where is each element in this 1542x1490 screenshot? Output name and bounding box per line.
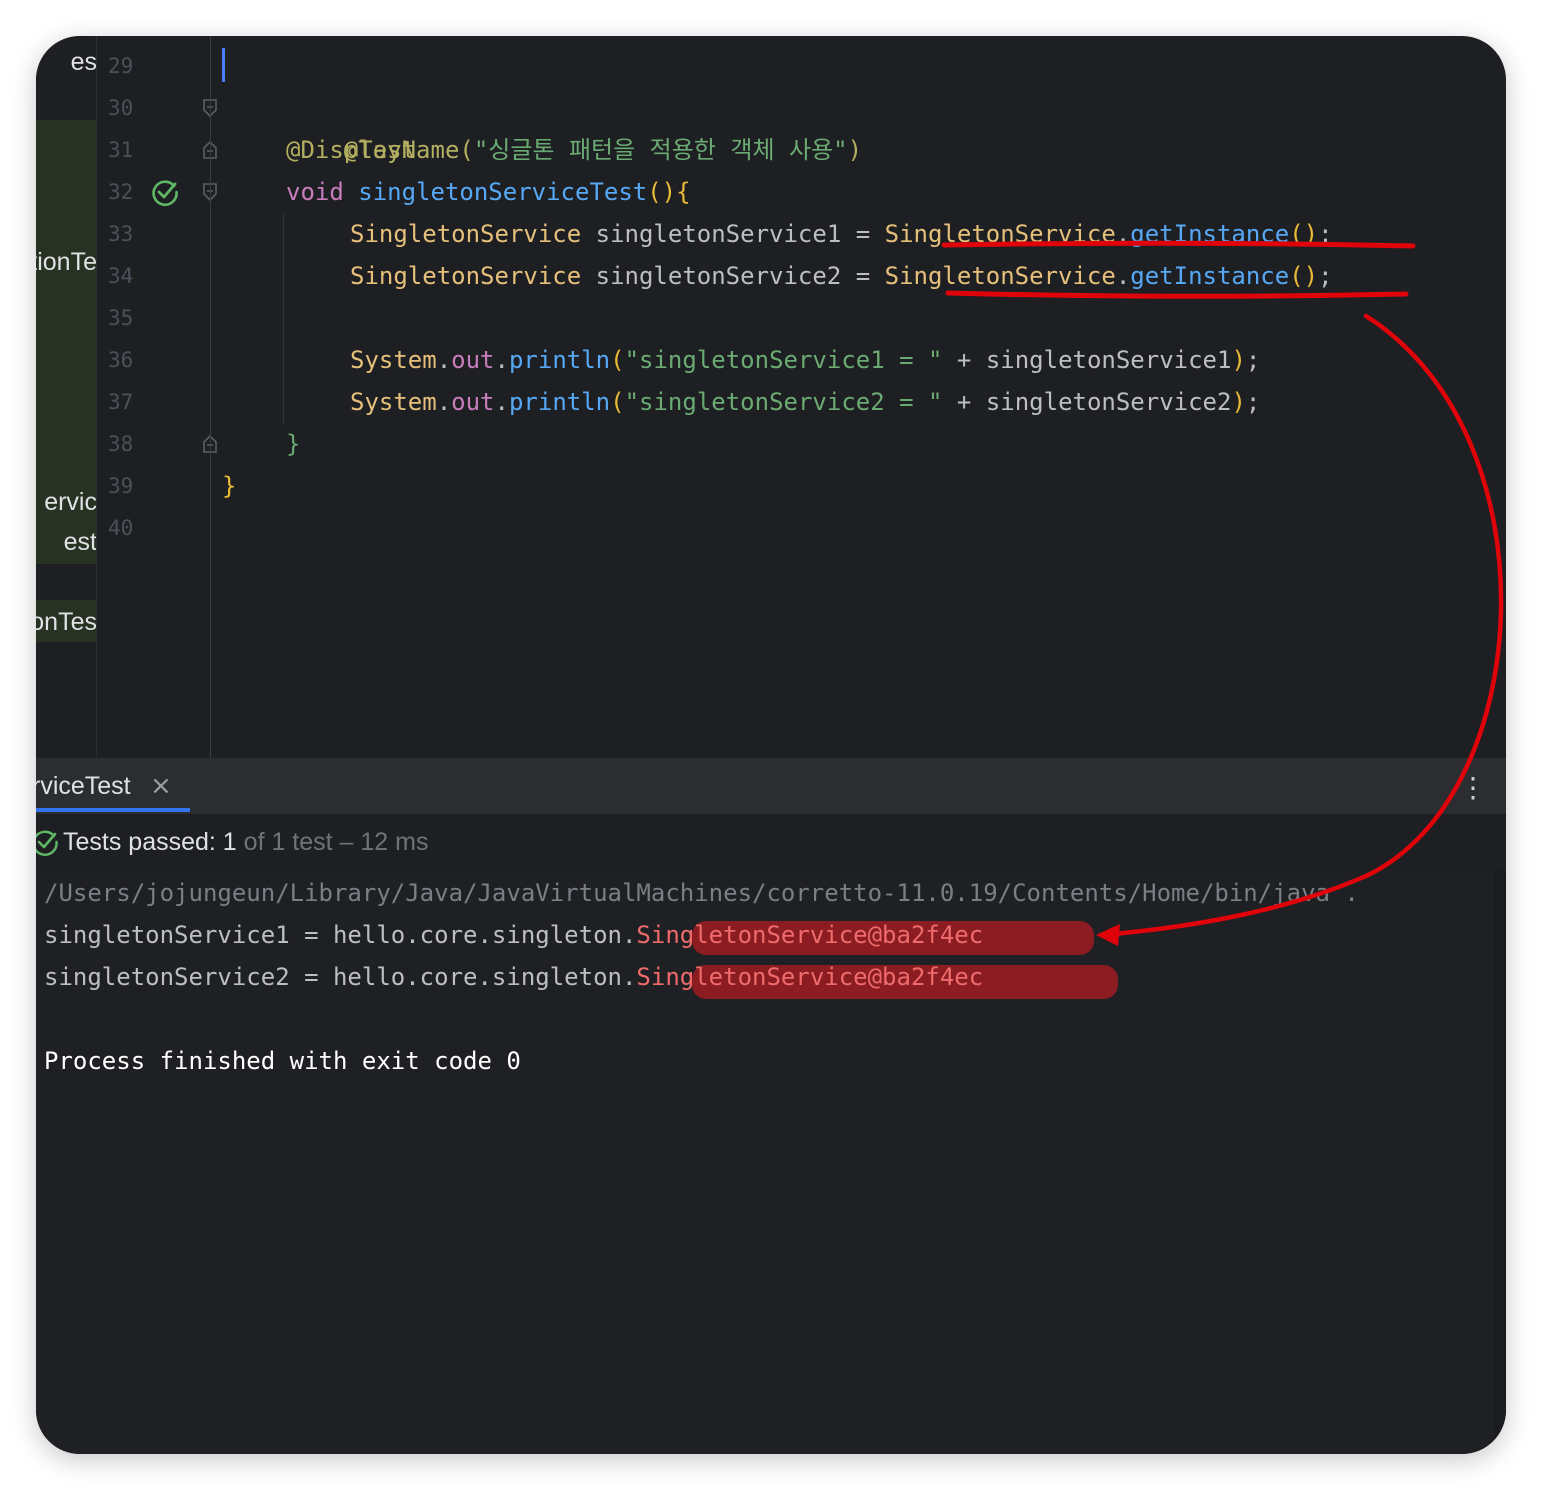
string-literal: "싱글톤 패턴을 적용한 객체 사용" (473, 136, 848, 164)
code-line-38[interactable]: } (286, 423, 300, 465)
class-ref: SingletonService (884, 262, 1116, 290)
keyword: void (286, 178, 344, 206)
line-number: 38 (108, 432, 134, 456)
close-icon[interactable]: × (150, 758, 172, 814)
test-status-text: Tests passed: 1 of 1 test – 12 ms (63, 814, 428, 870)
console-scrollbar[interactable] (1494, 870, 1506, 1454)
semicolon: ; (1245, 388, 1261, 416)
code-line-32[interactable]: void singletonServiceTest(){ (286, 171, 691, 213)
run-tab[interactable]: rviceTest (36, 758, 131, 814)
object-hash: SingletonService@ba2f4ec (636, 963, 984, 991)
method-call: getInstance (1130, 262, 1290, 290)
semicolon: ; (1318, 262, 1333, 290)
line-number: 39 (108, 474, 134, 498)
project-item[interactable]: tionTe (36, 242, 96, 282)
active-tab-indicator (36, 808, 190, 812)
project-item[interactable]: onTes (36, 602, 96, 642)
field: out (451, 346, 495, 374)
line-number: 33 (108, 222, 134, 246)
brace: } (286, 430, 301, 458)
dot: . (1115, 262, 1131, 290)
method-name: singletonServiceTest (358, 178, 648, 206)
console-line: singletonService2 = hello.core.singleton… (44, 956, 983, 998)
paren: ) (1231, 388, 1246, 416)
expression: + singletonService1 (942, 346, 1232, 374)
run-tool-window-header: rviceTest × (36, 758, 1506, 814)
variable: singletonService2 = (581, 262, 885, 290)
line-number: 30 (108, 96, 134, 120)
dot: . (1115, 220, 1131, 248)
code-line-34[interactable]: SingletonService singletonService2 = Sin… (350, 255, 1333, 297)
project-item[interactable]: es (71, 42, 96, 82)
line-number: 31 (108, 138, 134, 162)
expression: + singletonService2 (942, 388, 1232, 416)
variable: singletonService1 = (581, 220, 885, 248)
semicolon: ; (1318, 220, 1333, 248)
code-line-33[interactable]: SingletonService singletonService1 = Sin… (350, 213, 1333, 255)
code-line-36[interactable]: System.out.println("singletonService1 = … (350, 339, 1260, 381)
paren: ( (610, 346, 625, 374)
brace: } (222, 472, 237, 500)
annotation: @DisplayName( (286, 136, 474, 164)
line-number: 36 (108, 348, 134, 372)
console-text: singletonService2 = hello.core.singleton… (44, 963, 637, 991)
line-number: 35 (108, 306, 134, 330)
tests-passed-label: Tests passed: 1 (63, 828, 237, 856)
field: out (451, 388, 495, 416)
dot: . (436, 388, 452, 416)
indent-guide (283, 214, 284, 424)
line-number: 40 (108, 516, 134, 540)
paren: ) (1231, 346, 1246, 374)
fold-gutter-line (210, 36, 211, 758)
paren: () (1289, 220, 1319, 248)
tests-total-label: of 1 test (236, 828, 333, 856)
code-line-37[interactable]: System.out.println("singletonService2 = … (350, 381, 1260, 423)
semicolon: ; (1245, 346, 1261, 374)
code-line-30[interactable]: @Test (286, 87, 416, 164)
paren: ( (610, 388, 625, 416)
ide-window: es tionTe ervic est onTes 29 30 31 32 33… (36, 36, 1506, 1454)
code-line-31[interactable]: @DisplayName("싱글톤 패턴을 적용한 객체 사용") (286, 129, 862, 171)
line-number: 34 (108, 264, 134, 288)
project-item[interactable]: ervic (44, 482, 96, 522)
project-panel: es tionTe ervic est onTes (36, 36, 96, 758)
dot: . (494, 346, 509, 374)
paren: ) (847, 136, 863, 164)
tests-duration-label: – 12 ms (332, 828, 429, 856)
project-item[interactable]: est (64, 522, 96, 562)
paren: () (1289, 262, 1319, 290)
method-call: println (508, 388, 611, 416)
line-number: 37 (108, 390, 134, 414)
method-call: println (508, 346, 611, 374)
class-ref: System (350, 346, 437, 374)
type-name: SingletonService (350, 262, 582, 290)
method-call: getInstance (1130, 220, 1290, 248)
class-ref: System (350, 388, 437, 416)
console-java-path: /Users/jojungeun/Library/Java/JavaVirtua… (44, 879, 1359, 907)
type-name: SingletonService (350, 220, 582, 248)
string-literal: "singletonService1 = " (624, 346, 943, 374)
test-passed-icon (36, 830, 58, 856)
console-exit-message: Process finished with exit code 0 (44, 1047, 521, 1075)
line-number: 32 (108, 180, 134, 204)
test-status-bar: Tests passed: 1 of 1 test – 12 ms (36, 814, 1506, 870)
console-line: singletonService1 = hello.core.singleton… (44, 914, 983, 956)
text-caret (222, 48, 225, 82)
more-options-icon[interactable]: ⋮ (1458, 773, 1488, 803)
dot: . (436, 346, 452, 374)
paren: (){ (647, 178, 691, 206)
run-test-passed-icon[interactable] (150, 177, 180, 207)
string-literal: "singletonService2 = " (624, 388, 943, 416)
code-line-39[interactable]: } (222, 465, 236, 507)
run-tab-label: rviceTest (36, 772, 131, 800)
object-hash: SingletonService@ba2f4ec (636, 921, 984, 949)
console-text: singletonService1 = hello.core.singleton… (44, 921, 637, 949)
dot: . (494, 388, 509, 416)
class-ref: SingletonService (884, 220, 1116, 248)
line-number: 29 (108, 54, 134, 78)
